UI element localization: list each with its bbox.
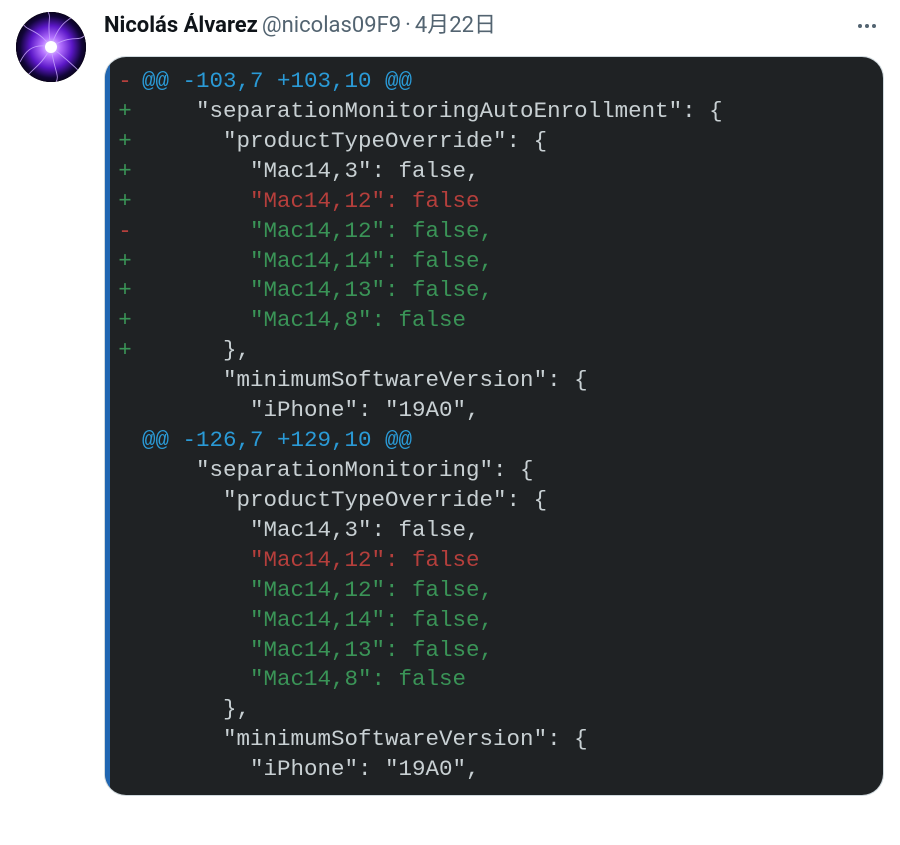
ellipsis-icon [855, 14, 879, 38]
tweet-media[interactable]: -++++ -++++ @@ -103,7 +103,10 @@ "separa… [104, 56, 884, 796]
name-line: Nicolás Álvarez @nicolas09F9 · 4月22日 [104, 13, 496, 39]
user-handle[interactable]: @nicolas09F9 [262, 13, 401, 39]
tweet-date[interactable]: 4月22日 [415, 13, 496, 39]
tweet-container: Nicolás Álvarez @nicolas09F9 · 4月22日 -++… [0, 0, 900, 796]
avatar-graphic [16, 12, 86, 82]
display-name[interactable]: Nicolás Álvarez [104, 13, 258, 39]
diff-gutter: -++++ -++++ [110, 57, 140, 795]
code-diff-image: -++++ -++++ @@ -103,7 +103,10 @@ "separa… [105, 57, 883, 795]
tweet-main: Nicolás Álvarez @nicolas09F9 · 4月22日 -++… [86, 12, 884, 796]
more-options-button[interactable] [850, 9, 884, 43]
avatar[interactable] [16, 12, 86, 82]
avatar-column [16, 12, 86, 796]
diff-code-lines: @@ -103,7 +103,10 @@ "separationMonitori… [140, 57, 883, 795]
tweet-header: Nicolás Álvarez @nicolas09F9 · 4月22日 [104, 12, 884, 40]
separator-dot: · [405, 13, 411, 39]
